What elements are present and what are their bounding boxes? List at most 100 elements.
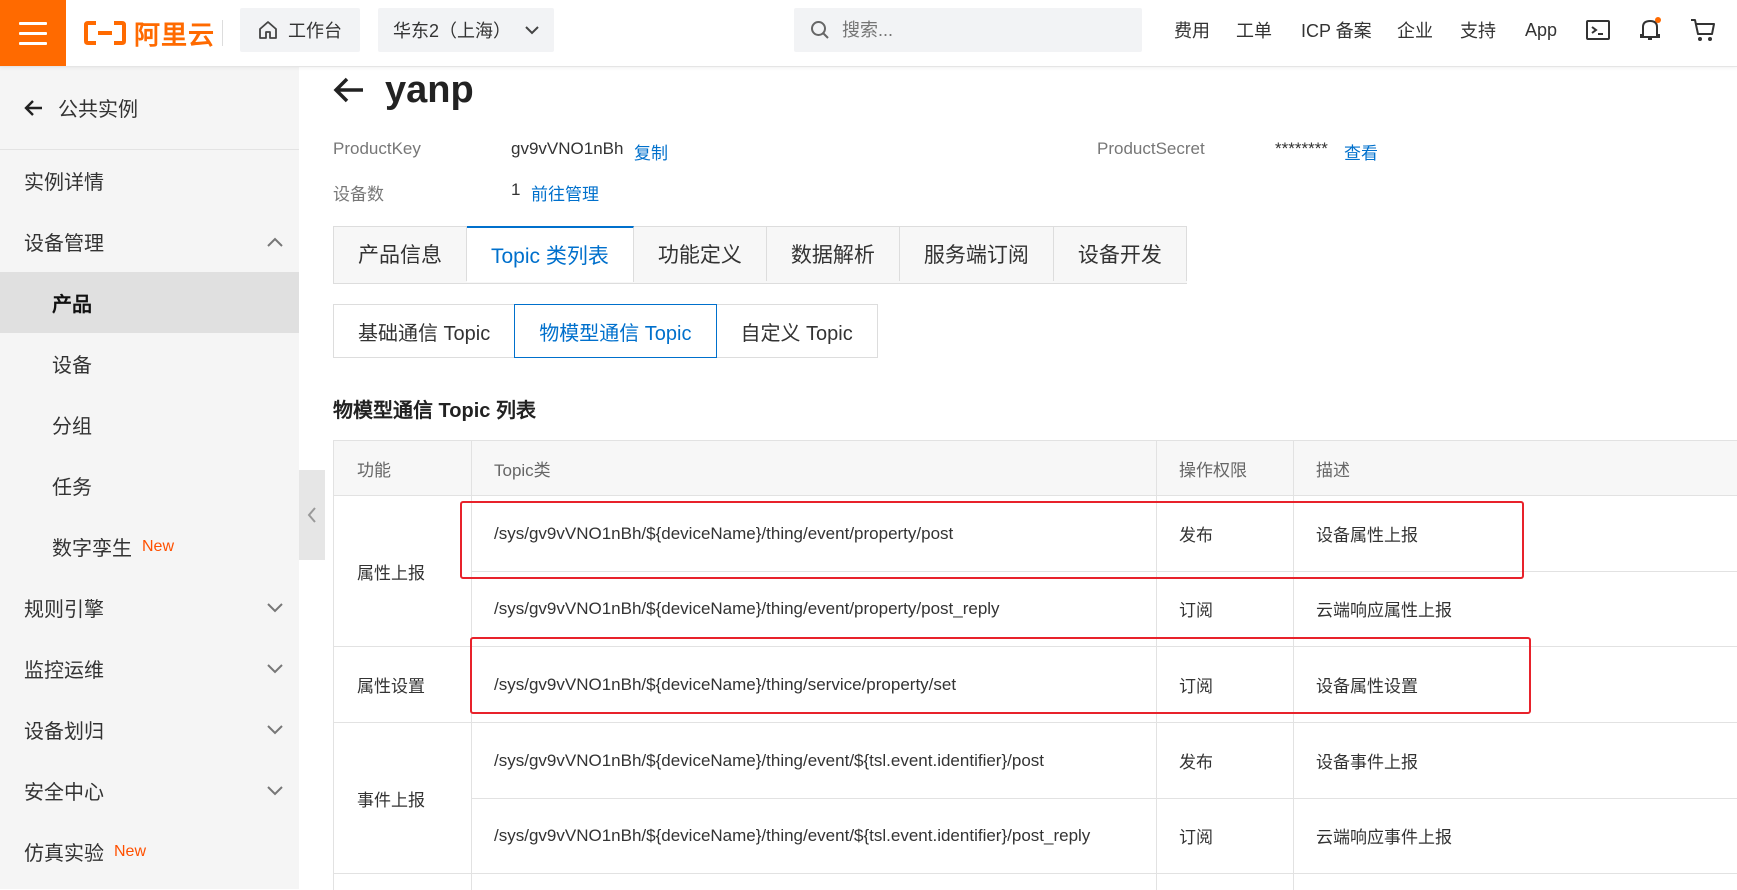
nav-enterprise[interactable]: 企业 — [1397, 0, 1433, 60]
region-label: 华东2（上海） — [392, 21, 511, 41]
region-select[interactable]: 华东2（上海） — [378, 8, 554, 52]
product-title: yanp — [385, 68, 474, 111]
copy-link[interactable]: 复制 — [634, 139, 668, 164]
tab-server-subscription[interactable]: 服务端订阅 — [899, 227, 1054, 281]
arrow-left-icon — [24, 99, 42, 116]
sidebar-item-label: 分组 — [52, 416, 92, 438]
top-bar: 阿里云 工作台 华东2（上海） 费用 工单 ICP 备案 企业 支持 App — [0, 0, 1737, 67]
permission-cell: 发布 — [1179, 753, 1213, 772]
tab-product-info[interactable]: 产品信息 — [334, 227, 467, 281]
description-cell: 云端响应属性上报 — [1316, 601, 1452, 620]
sidebar-item-label: 设备 — [52, 355, 92, 377]
new-badge: New — [142, 537, 175, 555]
sidebar-item-digital-twin[interactable]: 数字孪生 New — [0, 516, 299, 577]
sidebar-item-simulation[interactable]: 仿真实验 New — [0, 821, 299, 882]
chevron-down-icon — [267, 602, 283, 612]
product-key-value: gv9vVNO1nBh — [511, 139, 624, 158]
sidebar-item-device-management[interactable]: 设备管理 — [0, 211, 299, 272]
title-row: yanp — [333, 66, 474, 114]
nav-icp[interactable]: ICP 备案 — [1301, 0, 1372, 60]
back-to-instances[interactable]: 公共实例 — [0, 66, 299, 150]
highlight-box — [460, 501, 1524, 579]
back-label: 公共实例 — [58, 99, 138, 121]
sidebar-item-rule-engine[interactable]: 规则引擎 — [0, 577, 299, 638]
sidebar-item-product[interactable]: 产品 — [0, 272, 299, 333]
tab-data-parsing[interactable]: 数据解析 — [766, 227, 900, 281]
sidebar-item-device-assignment[interactable]: 设备划归 — [0, 699, 299, 760]
table-header: 功能 Topic类 操作权限 描述 — [334, 441, 1737, 496]
nav-app[interactable]: App — [1525, 0, 1557, 60]
view-secret-link[interactable]: 查看 — [1344, 139, 1378, 164]
sidebar-item-label: 安全中心 — [24, 782, 104, 804]
topic-cell: /sys/gv9vVNO1nBh/${deviceName}/thing/eve… — [494, 598, 1000, 618]
menu-icon[interactable] — [0, 0, 66, 66]
sidebar-item-monitoring[interactable]: 监控运维 — [0, 638, 299, 699]
search-icon — [811, 21, 829, 39]
device-count-label: 设备数 — [333, 185, 384, 204]
sidebar-item-label: 数字孪生 — [52, 538, 132, 560]
workbench-button[interactable]: 工作台 — [240, 8, 360, 52]
home-icon — [259, 21, 277, 39]
product-secret-value: ******** — [1275, 139, 1328, 158]
search-input[interactable] — [840, 18, 1124, 42]
sidebar-item-label: 产品 — [52, 294, 92, 316]
description-cell: 设备事件上报 — [1316, 753, 1418, 772]
sidebar-item-label: 设备管理 — [24, 233, 104, 255]
subtab-tsl-topic[interactable]: 物模型通信 Topic — [514, 304, 717, 358]
group-property-set: 属性设置 — [334, 647, 471, 723]
sidebar-item-device[interactable]: 设备 — [0, 333, 299, 394]
chevron-down-icon — [525, 26, 539, 35]
nav-fees[interactable]: 费用 — [1174, 0, 1210, 60]
group-property-report: 属性上报 — [334, 496, 471, 647]
nav-tickets[interactable]: 工单 — [1236, 0, 1272, 60]
sidebar-item-label: 任务 — [52, 477, 92, 499]
device-count-value: 1 — [511, 180, 521, 199]
topic-subtabs: 基础通信 Topic 物模型通信 Topic 自定义 Topic — [333, 304, 878, 358]
sidebar-item-group[interactable]: 分组 — [0, 394, 299, 455]
highlight-box — [470, 637, 1531, 714]
product-secret-label: ProductSecret — [1097, 139, 1205, 158]
chevron-down-icon — [267, 663, 283, 673]
divider — [222, 20, 223, 46]
permission-cell: 订阅 — [1179, 601, 1213, 620]
terminal-icon[interactable] — [1586, 20, 1610, 40]
topic-cell: /sys/gv9vVNO1nBh/${deviceName}/thing/eve… — [494, 825, 1091, 845]
cart-icon[interactable] — [1690, 18, 1716, 42]
tab-device-development[interactable]: 设备开发 — [1053, 227, 1187, 281]
tab-function-definition[interactable]: 功能定义 — [633, 227, 767, 281]
th-permission: 操作权限 — [1179, 460, 1247, 480]
aliyun-logo[interactable]: 阿里云 — [84, 15, 215, 51]
subtab-custom-topic[interactable]: 自定义 Topic — [715, 304, 878, 358]
manage-devices-link[interactable]: 前往管理 — [531, 180, 599, 205]
product-tabs: 产品信息 Topic 类列表 功能定义 数据解析 服务端订阅 设备开发 — [333, 226, 1187, 284]
th-topic: Topic类 — [494, 460, 551, 480]
search-box[interactable] — [794, 8, 1142, 52]
back-arrow-icon[interactable] — [333, 76, 365, 104]
permission-cell: 订阅 — [1179, 828, 1213, 847]
table-row: /sys/gv9vVNO1nBh/${deviceName}/thing/eve… — [471, 571, 1737, 647]
main-content: yanp ProductKey gv9vVNO1nBh 复制 ProductSe… — [333, 66, 1737, 890]
subtab-basic-topic[interactable]: 基础通信 Topic — [333, 304, 516, 358]
chevron-left-icon — [307, 507, 316, 523]
section-title: 物模型通信 Topic 列表 — [333, 400, 536, 422]
sidebar-item-label: 设备划归 — [24, 721, 104, 743]
sidebar-item-label: 规则引擎 — [24, 599, 104, 621]
chevron-up-icon — [267, 237, 283, 247]
sidebar-item-label: 监控运维 — [24, 660, 104, 682]
tab-topic-list[interactable]: Topic 类列表 — [467, 226, 634, 282]
topic-cell: /sys/gv9vVNO1nBh/${deviceName}/thing/eve… — [494, 750, 1044, 770]
sidebar: 公共实例 实例详情 设备管理 产品 设备 分组 任务 数字孪生 New 规则引擎 … — [0, 66, 299, 889]
description-cell: 云端响应事件上报 — [1316, 828, 1452, 847]
sidebar-collapse-handle[interactable] — [299, 470, 325, 560]
logo-text: 阿里云 — [134, 19, 216, 50]
sidebar-item-security[interactable]: 安全中心 — [0, 760, 299, 821]
workbench-label: 工作台 — [288, 21, 342, 41]
table-row: /sys/gv9vVNO1nBh/${deviceName}/thing/eve… — [471, 798, 1737, 874]
nav-support[interactable]: 支持 — [1460, 0, 1496, 60]
product-key-label: ProductKey — [333, 139, 421, 158]
aliyun-logo-icon — [84, 21, 126, 45]
sidebar-item-task[interactable]: 任务 — [0, 455, 299, 516]
bell-icon[interactable] — [1638, 16, 1662, 42]
th-function: 功能 — [357, 460, 391, 480]
sidebar-item-instance-detail[interactable]: 实例详情 — [0, 150, 299, 211]
